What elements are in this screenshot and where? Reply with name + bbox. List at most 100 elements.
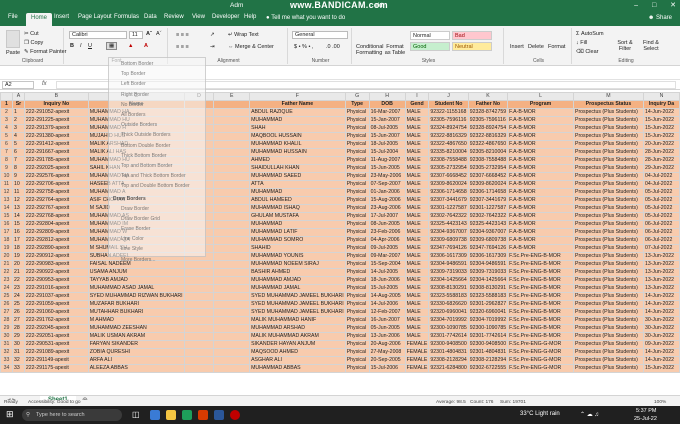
cell[interactable]: F.Sc.Pre-ENG-B-MOR (507, 252, 574, 261)
cell[interactable]: 92306-1714658 (467, 188, 509, 197)
cell[interactable]: Physical (344, 196, 370, 205)
cell[interactable]: 222-291089-apexit (23, 348, 89, 357)
cell[interactable]: F.A-B-MOR (507, 164, 574, 173)
cell[interactable]: 22 (11, 276, 25, 285)
cell[interactable]: MALE (404, 332, 430, 341)
cell[interactable]: MUHAMMAD KHALIL (249, 140, 346, 149)
cell[interactable]: 92328-8924754 (467, 124, 509, 133)
column-title-cell[interactable] (213, 100, 251, 109)
cell[interactable]: 222-291037-apexit (23, 292, 89, 301)
cell[interactable]: 222-290912-apexit (23, 252, 89, 261)
column-title-cell[interactable]: Father Name (249, 100, 346, 109)
cell[interactable]: 07-Jul-2022 (642, 244, 680, 253)
cell[interactable]: 15-Jun-2022 (642, 116, 680, 125)
cell[interactable] (213, 284, 251, 293)
cell[interactable]: 222-291785-apexit (23, 156, 89, 165)
table-row[interactable]: 109222-292576-apexitMUHAMMAD HAMUHAMMAD … (0, 172, 680, 181)
cell[interactable] (213, 196, 251, 205)
align-left-icon[interactable]: ≡ ≡ ≡ (176, 44, 189, 50)
border-menu-item[interactable]: Thick Bottom Border (121, 153, 167, 159)
cell[interactable]: F.Sc.Pre-ENG-B-MOR (507, 260, 574, 269)
cell[interactable]: 09-Jun-2022 (642, 340, 680, 349)
column-title-cell[interactable]: Father No (467, 100, 509, 109)
cell[interactable]: 14-Jun-2022 (642, 292, 680, 301)
cell[interactable]: 92302-7642322 (428, 212, 469, 221)
cell[interactable]: 222-292576-apexit (23, 172, 89, 181)
cell[interactable] (213, 244, 251, 253)
table-row[interactable]: 34 33 222-291175-apexit ALEEZA ABBAS MUHAMMA… (0, 364, 680, 373)
cell[interactable]: 15-Jun-2007 (368, 132, 406, 141)
tab-help[interactable]: Help (244, 14, 256, 20)
row-header[interactable]: 27 (0, 308, 13, 317)
cell[interactable] (213, 220, 251, 229)
cell[interactable]: 222-292025-apexit (23, 164, 89, 173)
cell[interactable]: Physical (344, 324, 370, 333)
powerpoint-icon[interactable] (198, 410, 208, 420)
column-header[interactable]: J (428, 92, 469, 101)
cell[interactable]: 18-Jun-2006 (368, 276, 406, 285)
style-normal[interactable]: Normal (410, 31, 450, 40)
align-top-icon[interactable]: ≡ ≡ ≡ (176, 32, 189, 38)
cell[interactable]: 20-Jun-2022 (642, 140, 680, 149)
column-header[interactable]: E (213, 92, 251, 101)
cell[interactable]: 07-Sep-2007 (368, 180, 406, 189)
cell[interactable]: 92321-6284800 (428, 364, 469, 373)
cell[interactable]: 92323-5588183 (467, 292, 509, 301)
cell[interactable]: 222-292764-apexit (23, 196, 89, 205)
cell[interactable]: 92305-8210004 (467, 148, 509, 157)
indent-icon[interactable]: ⇥ (210, 44, 215, 50)
cell[interactable]: 222-291060-apexit (23, 308, 89, 317)
cell[interactable]: 08-Jul-2005 (368, 124, 406, 133)
column-header[interactable]: I (404, 92, 430, 101)
table-row[interactable]: 1312222-292764-apexitASIF CHOHANABDUL HA… (0, 196, 680, 205)
cell[interactable]: 92322-8816329 (428, 132, 469, 141)
cell[interactable]: Physical (344, 228, 370, 237)
row-header[interactable]: 8 (0, 156, 13, 165)
border-menu-item[interactable]: Top and Thick Bottom Border (121, 173, 186, 179)
cell[interactable]: 92301-7742614 (467, 332, 509, 341)
cell[interactable]: 92304-9486591 (428, 260, 469, 269)
cell[interactable]: 3 (11, 124, 25, 133)
excel-icon[interactable] (182, 410, 192, 420)
draw-border-menu-item[interactable]: Line Color (121, 236, 144, 242)
cell[interactable]: 92309-7319033 (467, 268, 509, 277)
cell[interactable] (213, 140, 251, 149)
cell[interactable]: 222-290983-apexit (23, 260, 89, 269)
cell[interactable]: 92322-1155168 (428, 108, 469, 117)
cell[interactable]: F.A-B-MOR (507, 236, 574, 245)
cell[interactable]: Physical (344, 276, 370, 285)
cell[interactable] (213, 148, 251, 157)
cell[interactable]: 222-292767-apexit (23, 204, 89, 213)
cell[interactable]: MALE (404, 164, 430, 173)
cell[interactable]: MUHAMMAD YOUNIS (249, 252, 346, 261)
cell[interactable]: MUHAMMAD ASAD JAMAL (87, 284, 185, 293)
cell[interactable]: 92309-6809738 (428, 236, 469, 245)
table-row[interactable]: 43222-291379-apexitMUHAMMAD HSHAHPhysica… (0, 124, 680, 133)
cell[interactable]: Physical (344, 340, 370, 349)
cell[interactable]: Prospectus (Plus Students) (572, 148, 644, 157)
font-name-select[interactable]: Calibri (69, 31, 127, 39)
cell[interactable]: 05-Jul-2022 (642, 212, 680, 221)
cell[interactable]: Prospectus (Plus Students) (572, 308, 644, 317)
orientation-icon[interactable]: ↗ (210, 32, 215, 38)
cell[interactable]: FEMALE (404, 364, 430, 373)
cell[interactable]: ARFA ALI (87, 356, 185, 365)
cell[interactable]: 222-292812-apexit (23, 236, 89, 245)
cell[interactable]: MALE (404, 124, 430, 133)
cell[interactable]: F.A-B-MOR (507, 220, 574, 229)
cell[interactable]: SHAIDULLAH KHAN (249, 164, 346, 173)
cell[interactable] (213, 236, 251, 245)
cell[interactable]: 92347-7694126 (467, 244, 509, 253)
cell[interactable]: 05-Jul-2022 (642, 204, 680, 213)
cell[interactable]: Physical (344, 284, 370, 293)
cell[interactable]: Physical (344, 180, 370, 189)
cell[interactable]: 92308-7558488 (428, 156, 469, 165)
cell[interactable]: MUHAMMAD SOMRO (249, 236, 346, 245)
accessibility-status[interactable]: Accessibility: Good to go (28, 400, 81, 405)
cell[interactable]: 222-292890-apexit (23, 244, 89, 253)
table-row[interactable]: 21 20 222-290983-apexit FAISAL NADEEM MUHAMM… (0, 260, 680, 269)
cut-button[interactable]: ✂ Cut (24, 31, 39, 37)
row-header[interactable]: 10 (0, 172, 13, 181)
cell[interactable] (183, 340, 215, 349)
cell[interactable]: Physical (344, 348, 370, 357)
